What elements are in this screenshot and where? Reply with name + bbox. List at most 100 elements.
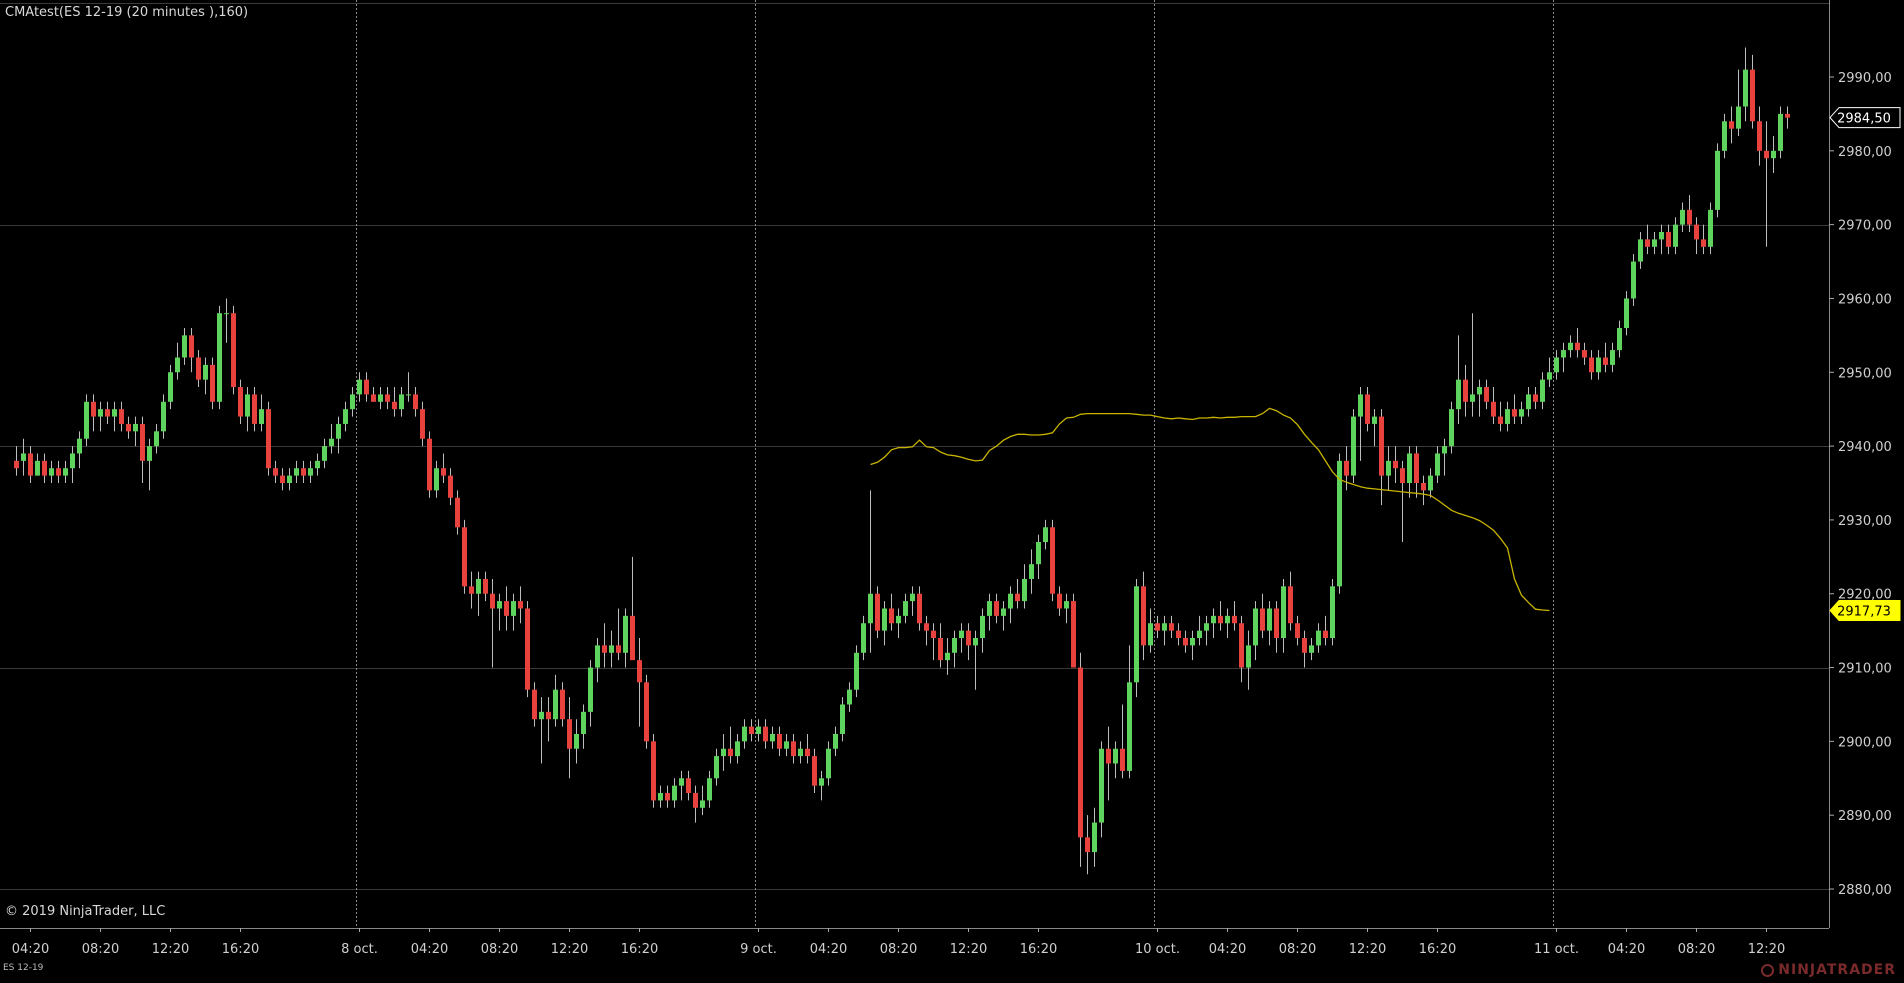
candle[interactable]	[735, 733, 740, 764]
candle[interactable]	[973, 630, 978, 690]
candle[interactable]	[105, 401, 110, 424]
candle[interactable]	[1722, 113, 1727, 159]
candle[interactable]	[1617, 320, 1622, 358]
candle[interactable]	[217, 305, 222, 410]
candle[interactable]	[1106, 726, 1111, 801]
candle[interactable]	[1582, 342, 1587, 365]
candle[interactable]	[497, 593, 502, 631]
candle[interactable]	[1302, 630, 1307, 668]
candle[interactable]	[1386, 446, 1391, 491]
candle[interactable]	[1540, 372, 1545, 410]
candle[interactable]	[1449, 401, 1454, 454]
candle[interactable]	[1673, 217, 1678, 255]
candle[interactable]	[1267, 601, 1272, 646]
candle[interactable]	[392, 387, 397, 417]
candle[interactable]	[63, 460, 68, 483]
candle[interactable]	[1218, 601, 1223, 631]
candle[interactable]	[1169, 615, 1174, 639]
candle[interactable]	[1631, 254, 1636, 306]
candle[interactable]	[602, 623, 607, 668]
candle[interactable]	[231, 305, 236, 395]
candle[interactable]	[987, 593, 992, 631]
candles[interactable]	[14, 47, 1790, 875]
candle[interactable]	[1078, 652, 1083, 867]
candle[interactable]	[609, 630, 614, 668]
candle[interactable]	[980, 608, 985, 653]
candle[interactable]	[1036, 534, 1041, 579]
candle[interactable]	[672, 778, 677, 808]
candle[interactable]	[1330, 578, 1335, 646]
candle[interactable]	[924, 615, 929, 646]
candle[interactable]	[1526, 387, 1531, 417]
candle[interactable]	[630, 556, 635, 661]
candle[interactable]	[791, 733, 796, 764]
candle[interactable]	[434, 460, 439, 498]
candle[interactable]	[1512, 394, 1517, 424]
candle[interactable]	[644, 674, 649, 749]
candle[interactable]	[1505, 401, 1510, 432]
candle[interactable]	[1211, 608, 1216, 639]
candle[interactable]	[441, 453, 446, 483]
candle[interactable]	[1393, 446, 1398, 483]
candle[interactable]	[1575, 327, 1580, 358]
candle[interactable]	[98, 401, 103, 432]
candle[interactable]	[308, 460, 313, 483]
candle[interactable]	[714, 748, 719, 786]
candle[interactable]	[1309, 638, 1314, 661]
candle[interactable]	[1715, 143, 1720, 218]
candle[interactable]	[1603, 342, 1608, 373]
candle[interactable]	[287, 468, 292, 491]
candle[interactable]	[238, 379, 243, 424]
candle[interactable]	[805, 733, 810, 764]
candle[interactable]	[1470, 313, 1475, 417]
candle[interactable]	[399, 387, 404, 417]
candle[interactable]	[1141, 571, 1146, 661]
candle[interactable]	[686, 770, 691, 801]
candle[interactable]	[385, 387, 390, 410]
candle[interactable]	[28, 446, 33, 483]
candle[interactable]	[1344, 446, 1349, 491]
candle[interactable]	[462, 519, 467, 594]
candle[interactable]	[637, 638, 642, 727]
candle[interactable]	[259, 394, 264, 432]
candle[interactable]	[1484, 379, 1489, 410]
candle[interactable]	[861, 615, 866, 661]
candle[interactable]	[1785, 106, 1790, 129]
candle[interactable]	[868, 490, 873, 653]
candle[interactable]	[1064, 593, 1069, 624]
candle[interactable]	[1029, 549, 1034, 594]
candle[interactable]	[1743, 47, 1748, 122]
chart-window[interactable]: 2880,00 2890,00 2900,00 2910,00 2920,00 2930,…	[0, 0, 1904, 979]
candle[interactable]	[616, 608, 621, 661]
candle[interactable]	[1568, 335, 1573, 358]
candle[interactable]	[21, 438, 26, 476]
time-axis[interactable]: 04:20 08:20 12:20 16:20 8 oct. 04:20 08:20 12:2…	[0, 928, 1829, 957]
candle[interactable]	[1778, 106, 1783, 159]
candle[interactable]	[959, 623, 964, 653]
candle[interactable]	[1477, 379, 1482, 417]
candle[interactable]	[1596, 350, 1601, 380]
candle[interactable]	[1372, 409, 1377, 447]
candle[interactable]	[581, 704, 586, 749]
candle[interactable]	[1442, 438, 1447, 476]
candle[interactable]	[742, 719, 747, 749]
indicator-label[interactable]: CMAtest(ES 12-19 (20 minutes ),160)	[5, 5, 248, 20]
candle[interactable]	[721, 733, 726, 771]
candle[interactable]	[1666, 224, 1671, 255]
candle[interactable]	[1463, 364, 1468, 417]
candle[interactable]	[1757, 106, 1762, 166]
candle[interactable]	[539, 697, 544, 764]
candle[interactable]	[525, 601, 530, 698]
candle[interactable]	[1750, 54, 1755, 129]
candle[interactable]	[1491, 387, 1496, 424]
candle[interactable]	[966, 623, 971, 661]
candle[interactable]	[322, 438, 327, 469]
candlestick-chart[interactable]: 2880,002890,002900,002910,002920,002930,…	[0, 0, 1904, 979]
candle[interactable]	[567, 697, 572, 779]
candle[interactable]	[1687, 195, 1692, 233]
candle[interactable]	[1400, 460, 1405, 543]
candle[interactable]	[749, 719, 754, 742]
candle[interactable]	[1246, 630, 1251, 690]
candle[interactable]	[882, 601, 887, 646]
candle[interactable]	[91, 394, 96, 432]
